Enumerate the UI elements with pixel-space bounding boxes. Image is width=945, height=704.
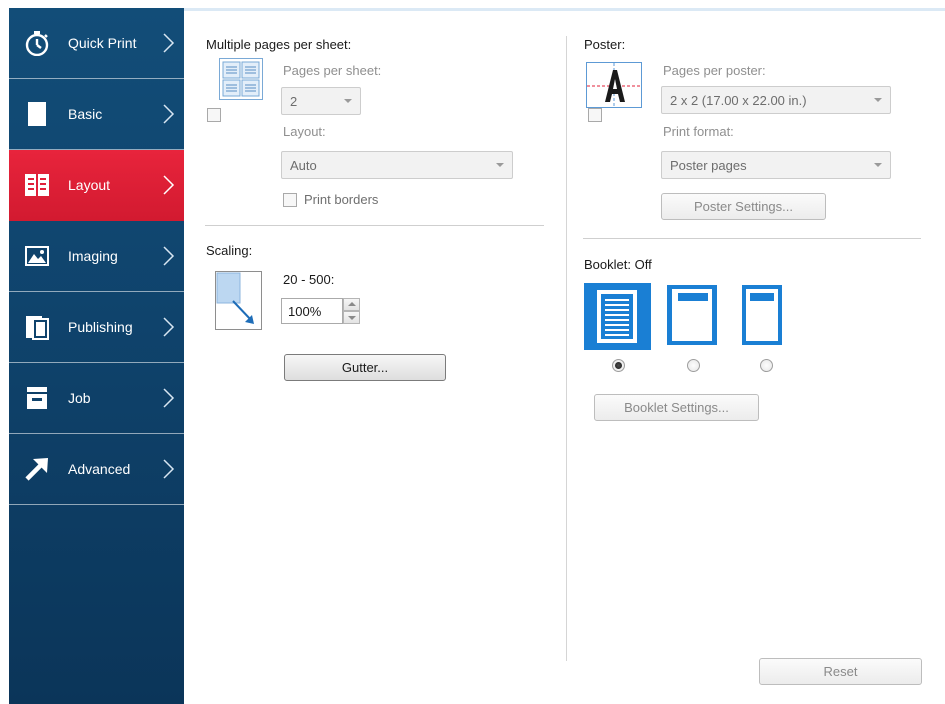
job-tray-icon	[27, 387, 47, 409]
pages-per-poster-select[interactable]: 2 x 2 (17.00 x 22.00 in.)	[661, 86, 891, 114]
sidebar-item-label: Imaging	[68, 248, 118, 264]
multiple-pages-heading: Multiple pages per sheet:	[206, 37, 352, 52]
booklet-left-binding-icon[interactable]	[667, 285, 717, 345]
pages-per-sheet-value: 2	[290, 94, 298, 109]
sidebar-item-label: Layout	[68, 177, 111, 193]
chevron-right-icon	[163, 175, 175, 195]
scaling-increase-button[interactable]	[343, 298, 360, 311]
booklet-heading: Booklet: Off	[584, 257, 652, 272]
chevron-down-icon	[344, 99, 352, 103]
booklet-right-binding-icon[interactable]	[742, 285, 782, 345]
booklet-status: Off	[634, 257, 652, 272]
sidebar-item-basic[interactable]: Basic	[9, 79, 184, 150]
stopwatch-icon	[25, 31, 49, 56]
layout-grid-icon	[25, 174, 49, 196]
image-icon	[25, 246, 49, 266]
chevron-right-icon	[163, 317, 175, 337]
panel-top-border	[184, 8, 945, 11]
booklet-off-radio[interactable]	[612, 359, 625, 372]
chevron-right-icon	[163, 33, 175, 53]
pages-per-poster-label: Pages per poster:	[663, 63, 766, 78]
booklet-right-binding-radio[interactable]	[760, 359, 773, 372]
chevron-down-icon	[874, 163, 882, 167]
chevron-right-icon	[163, 388, 175, 408]
scaling-input[interactable]: 100%	[281, 298, 343, 324]
sidebar-item-imaging[interactable]: Imaging	[9, 221, 184, 292]
print-borders-label: Print borders	[304, 192, 379, 207]
sidebar-item-advanced[interactable]: Advanced	[9, 434, 184, 505]
section-divider	[583, 238, 921, 239]
diagonal-arrow-icon	[25, 458, 48, 481]
sidebar-item-label: Advanced	[68, 461, 131, 477]
sidebar-item-layout[interactable]: Layout	[9, 150, 184, 221]
pages-per-sheet-select[interactable]: 2	[281, 87, 361, 115]
sidebar-item-quick-print[interactable]: Quick Print	[9, 8, 184, 79]
sidebar-nav: Quick Print Basic Layout Imaging Publish…	[9, 8, 184, 704]
scaling-range-label: 20 - 500:	[283, 272, 335, 287]
arrow-down-icon	[348, 316, 356, 320]
multiple-pages-checkbox[interactable]	[207, 108, 221, 122]
chevron-down-icon	[874, 98, 882, 102]
scaling-heading: Scaling:	[206, 243, 253, 258]
print-borders-checkbox[interactable]	[283, 193, 297, 207]
gutter-button[interactable]: Gutter...	[284, 354, 446, 381]
booklet-off-icon[interactable]	[584, 283, 651, 350]
reset-button[interactable]: Reset	[759, 658, 922, 685]
layout-label: Layout:	[283, 124, 326, 139]
chevron-down-icon	[496, 163, 504, 167]
layout-value: Auto	[290, 158, 317, 173]
poster-checkbox[interactable]	[588, 108, 602, 122]
print-format-label: Print format:	[663, 124, 734, 139]
chevron-right-icon	[163, 104, 175, 124]
column-divider	[566, 36, 567, 661]
print-format-value: Poster pages	[670, 158, 747, 173]
multiple-pages-icon	[219, 58, 263, 100]
chevron-right-icon	[163, 246, 175, 266]
sidebar-item-publishing[interactable]: Publishing	[9, 292, 184, 363]
sidebar-item-label: Basic	[68, 106, 103, 122]
chevron-right-icon	[163, 459, 175, 479]
sidebar-item-label: Job	[68, 390, 91, 406]
sidebar-item-label: Quick Print	[68, 35, 137, 51]
pages-per-poster-value: 2 x 2 (17.00 x 22.00 in.)	[670, 93, 807, 108]
publishing-pages-icon	[26, 316, 49, 340]
booklet-label: Booklet:	[584, 257, 631, 272]
layout-select[interactable]: Auto	[281, 151, 513, 179]
sidebar-item-label: Publishing	[68, 319, 133, 335]
poster-icon	[586, 62, 642, 108]
print-format-select[interactable]: Poster pages	[661, 151, 891, 179]
page-icon	[28, 102, 46, 126]
scaling-icon	[215, 271, 262, 330]
section-divider	[205, 225, 544, 226]
booklet-settings-button[interactable]: Booklet Settings...	[594, 394, 759, 421]
sidebar-item-job[interactable]: Job	[9, 363, 184, 434]
sidebar-divider	[9, 504, 184, 505]
poster-heading: Poster:	[584, 37, 626, 52]
booklet-left-binding-radio[interactable]	[687, 359, 700, 372]
poster-settings-button[interactable]: Poster Settings...	[661, 193, 826, 220]
pages-per-sheet-label: Pages per sheet:	[283, 63, 382, 78]
scaling-decrease-button[interactable]	[343, 311, 360, 324]
scaling-value: 100%	[288, 304, 322, 319]
arrow-up-icon	[348, 302, 356, 306]
